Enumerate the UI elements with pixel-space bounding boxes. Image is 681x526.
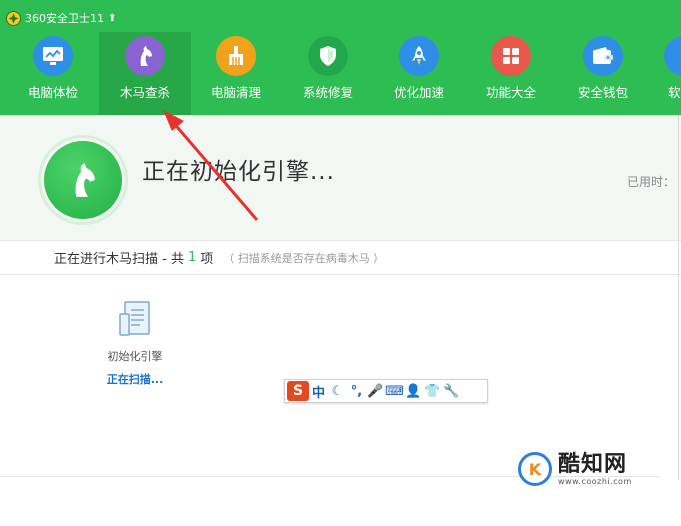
scan-item-label: 初始化引擎 [107, 350, 163, 363]
elapsed-time-label: 已用时： [626, 175, 675, 189]
app-title: 360安全卫士11 [25, 12, 104, 25]
watermark-url: www.coozhi.com [558, 476, 632, 486]
nav-label: 优化加速 [393, 85, 444, 100]
scan-progress-ring [38, 135, 128, 225]
nav-item-software[interactable]: 软 [648, 32, 681, 115]
nav-label: 电脑清理 [210, 85, 261, 100]
nav-label: 木马查杀 [119, 85, 170, 100]
nav-label: 软 [668, 85, 681, 100]
nav-label: 电脑体检 [27, 85, 78, 100]
ime-chinese-mode-button[interactable]: 中 [309, 381, 328, 401]
panel-right-border [678, 115, 679, 480]
wallet-icon [583, 36, 623, 76]
rocket-icon [399, 36, 439, 76]
scan-description: （ 扫描系统是否存在病毒木马 ） [223, 251, 385, 265]
ime-tools-icon[interactable]: 🔧 [442, 381, 461, 401]
nav-label: 功能大全 [485, 85, 536, 100]
horse-icon [125, 36, 165, 76]
ime-moon-icon[interactable]: ☾ [328, 381, 347, 401]
top-bar: 360安全卫士11 ⬆ 电脑体检 木马查杀 电脑清理 系统修复 优化加速 功能大… [0, 0, 681, 115]
ime-skin-icon[interactable]: 👕 [423, 381, 442, 401]
nav-item-repair[interactable]: 系统修复 [282, 32, 374, 115]
nav-item-features[interactable]: 功能大全 [465, 32, 557, 115]
ime-user-icon[interactable]: 👤 [404, 381, 423, 401]
watermark: K 酷知网 www.coozhi.com [518, 452, 632, 486]
nav-label: 系统修复 [302, 85, 353, 100]
scan-summary: 正在进行木马扫描 - 共 1 项 （ 扫描系统是否存在病毒木马 ） [0, 241, 681, 275]
nav-item-wallet[interactable]: 安全钱包 [557, 32, 649, 115]
scan-item-status: 正在扫描... [106, 373, 164, 386]
shield-icon [308, 36, 348, 76]
watermark-text: 酷知网 www.coozhi.com [558, 451, 632, 486]
scan-status-panel: 正在初始化引擎... 已用时： [0, 115, 681, 241]
app-icon [664, 36, 681, 76]
update-arrow-icon[interactable]: ⬆ [108, 13, 116, 24]
scan-prefix: 正在进行木马扫描 - 共 [54, 252, 184, 267]
ime-keyboard-icon[interactable]: ⌨ [385, 381, 404, 401]
coozhi-logo-icon: K [518, 452, 552, 486]
app-logo-icon [6, 10, 21, 26]
title-row: 360安全卫士11 ⬆ [6, 9, 116, 27]
scan-count: 1 [187, 250, 197, 265]
status-title: 正在初始化引擎... [142, 159, 335, 185]
ime-punctuation-button[interactable]: °, [347, 381, 366, 401]
monitor-chart-icon [33, 36, 73, 76]
main-nav: 电脑体检 木马查杀 电脑清理 系统修复 优化加速 功能大全 安全钱包 软 [0, 32, 681, 115]
grid-icon [491, 36, 531, 76]
scan-suffix: 项 [200, 252, 214, 267]
nav-item-checkup[interactable]: 电脑体检 [7, 32, 99, 115]
nav-label: 安全钱包 [577, 85, 628, 100]
nav-item-cleanup[interactable]: 电脑清理 [190, 32, 282, 115]
scan-item-engine-init: 初始化引擎 正在扫描... [98, 300, 172, 387]
nav-item-speedup[interactable]: 优化加速 [373, 32, 465, 115]
nav-item-trojan-scan[interactable]: 木马查杀 [99, 32, 191, 115]
ime-toolbar[interactable]: S 中 ☾ °, 🎤 ⌨ 👤 👕 🔧 [284, 379, 488, 403]
ime-microphone-icon[interactable]: 🎤 [366, 381, 385, 401]
document-icon [117, 300, 153, 338]
broom-icon [216, 36, 256, 76]
horse-icon [44, 141, 122, 219]
watermark-name: 酷知网 [558, 451, 628, 477]
sogou-logo-icon[interactable]: S [287, 381, 309, 401]
